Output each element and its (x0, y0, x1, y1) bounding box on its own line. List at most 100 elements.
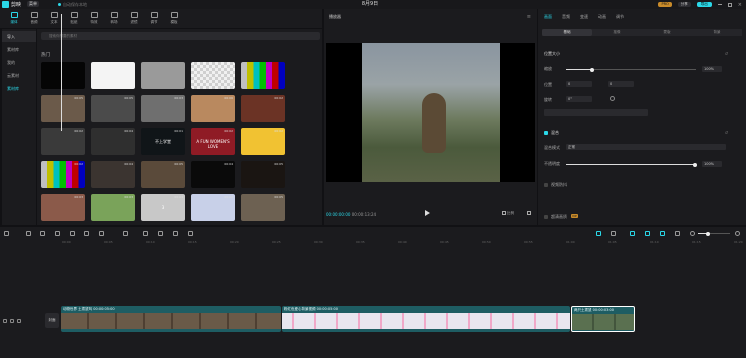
timeline-clip-3[interactable]: 两只土拨鼠 00:00:03:00 (571, 306, 635, 332)
menu-button[interactable]: 菜单 (27, 1, 39, 7)
track-mute-icon[interactable] (17, 319, 21, 323)
media-thumb[interactable] (41, 62, 85, 89)
tool-tab-adjust[interactable]: 调节 (144, 12, 164, 25)
zoom-in-icon[interactable] (735, 231, 740, 236)
delete-icon[interactable] (99, 231, 104, 236)
zoom-out-icon[interactable] (690, 231, 695, 236)
nav-item-mine[interactable]: 我的 (2, 57, 36, 68)
media-thumb[interactable]: 00:04 (191, 161, 235, 188)
subtab-basic[interactable]: 基础 (542, 29, 592, 36)
media-thumb[interactable]: 00:05 (141, 161, 185, 188)
tab-audio[interactable]: 音频 (562, 14, 570, 20)
media-search-input[interactable]: 搜索你想要的素材 (41, 32, 320, 40)
player-menu-icon[interactable]: ≡ (527, 14, 531, 20)
undo-icon[interactable] (26, 231, 31, 236)
freeze-icon[interactable] (188, 231, 193, 236)
tool-tab-audio[interactable]: 音频 (24, 12, 44, 25)
tool-tab-effects[interactable]: 特效 (84, 12, 104, 25)
tab-animation[interactable]: 动画 (598, 14, 606, 20)
reset-blend-icon[interactable]: ↺ (725, 130, 728, 135)
opacity-value[interactable]: 100% (702, 161, 722, 167)
position-y[interactable]: 0 (608, 81, 634, 87)
media-thumb[interactable]: 00:03 (141, 95, 185, 122)
media-thumb[interactable]: 00:03 (91, 194, 135, 221)
media-thumb[interactable]: 00:02 A FUN WOMEN'S LOVE (191, 128, 235, 155)
media-thumb[interactable]: 00:05 (41, 95, 85, 122)
subtab-cutout[interactable]: 抠像 (592, 29, 642, 36)
media-thumb[interactable]: 00:02 (191, 194, 235, 221)
media-thumb[interactable] (191, 62, 235, 89)
zoom-slider[interactable] (698, 231, 730, 236)
mirror-icon[interactable] (143, 231, 148, 236)
tab-adjust[interactable]: 调节 (616, 14, 624, 20)
select-tool-icon[interactable] (4, 231, 9, 236)
timeline-clip-1[interactable]: 动物世界 土拨鼠叫 00:00:05:00 (61, 306, 281, 332)
media-thumb[interactable] (241, 62, 285, 89)
media-thumb[interactable]: 00:04 3 (141, 194, 185, 221)
media-thumb[interactable]: 00:05 (241, 194, 285, 221)
magnet-icon[interactable] (596, 231, 601, 236)
media-thumb[interactable]: 00:04 (91, 161, 135, 188)
video-preview[interactable] (326, 43, 535, 182)
split-icon[interactable] (55, 231, 60, 236)
zoom-knob[interactable] (706, 231, 710, 236)
media-thumb[interactable]: 00:05 (91, 95, 135, 122)
playhead[interactable] (61, 14, 62, 131)
subtab-mask[interactable]: 蒙版 (642, 29, 692, 36)
scale-value[interactable]: 100% (702, 66, 722, 72)
ai-quality-checkbox[interactable] (544, 215, 548, 219)
fullscreen-icon[interactable] (527, 211, 531, 215)
timeline-ruler[interactable]: 00:00 00:05 00:10 00:15 00:20 00:25 00:30 00:35… (60, 239, 746, 247)
redo-icon[interactable] (40, 231, 45, 236)
snap-icon[interactable] (645, 231, 650, 236)
track-hide-icon[interactable] (10, 319, 14, 323)
position-x[interactable]: 0 (566, 81, 592, 87)
minimize-icon[interactable] (717, 4, 722, 5)
media-thumb[interactable] (141, 62, 185, 89)
ratio-button[interactable]: 比例 (507, 211, 514, 216)
scale-slider[interactable] (566, 67, 696, 72)
nav-item-import[interactable]: 导入 (2, 31, 36, 42)
tool-tab-template[interactable]: 模板 (164, 12, 184, 25)
media-thumb[interactable]: 00:01 不上学堂 (141, 128, 185, 155)
nav-item-library-2[interactable]: 素材库 (2, 83, 36, 94)
fit-icon[interactable] (675, 231, 680, 236)
media-thumb[interactable]: 00:02 (41, 128, 85, 155)
timeline-clip-2[interactable]: 粉红色爱心背景视频 00:00:05:00 (282, 306, 570, 332)
export-button[interactable]: 导出 (696, 2, 712, 7)
nav-item-cloud[interactable]: 云素材 (2, 70, 36, 81)
tab-speed[interactable]: 变速 (580, 14, 588, 20)
fullscreen-fit-icon[interactable] (502, 211, 506, 215)
media-thumb[interactable]: 00:04 (91, 128, 135, 155)
crop-icon[interactable] (173, 231, 178, 236)
share-button[interactable]: 分享 (677, 2, 691, 7)
blend-mode-select[interactable]: 正常 (566, 144, 726, 150)
tool-tab-sticker[interactable]: 贴纸 (64, 12, 84, 25)
play-icon[interactable] (425, 210, 430, 216)
tool-tab-media[interactable]: 媒体 (4, 12, 24, 25)
maximize-icon[interactable] (727, 2, 732, 7)
mark-icon[interactable] (123, 231, 128, 236)
preview-axis-icon[interactable] (660, 231, 665, 236)
tool-tab-filter[interactable]: 滤镜 (124, 12, 144, 25)
media-thumb[interactable]: 00:02 (241, 95, 285, 122)
blend-checkbox[interactable] (544, 131, 548, 135)
link-icon[interactable] (630, 231, 635, 236)
media-thumb[interactable]: 00:02 (241, 128, 285, 155)
media-thumb[interactable]: 00:03 (41, 194, 85, 221)
stabilize-checkbox[interactable] (544, 183, 548, 187)
mic-icon[interactable] (611, 231, 616, 236)
rotate-tool-icon[interactable] (158, 231, 163, 236)
split-left-icon[interactable] (70, 231, 75, 236)
scale-knob[interactable] (590, 67, 594, 72)
rotate-value[interactable]: 0° (566, 96, 592, 102)
media-thumb[interactable]: 00:05 (241, 161, 285, 188)
tab-picture[interactable]: 画面 (544, 14, 552, 20)
close-icon[interactable]: × (738, 2, 742, 8)
media-thumb[interactable]: 00:06 (191, 95, 235, 122)
opacity-slider[interactable] (566, 162, 697, 167)
cover-button[interactable]: 封面 (45, 313, 59, 328)
rotate-dial-icon[interactable] (610, 96, 615, 101)
reset-size-icon[interactable]: ↺ (725, 51, 728, 56)
media-thumb[interactable]: 00:02 (41, 161, 85, 188)
